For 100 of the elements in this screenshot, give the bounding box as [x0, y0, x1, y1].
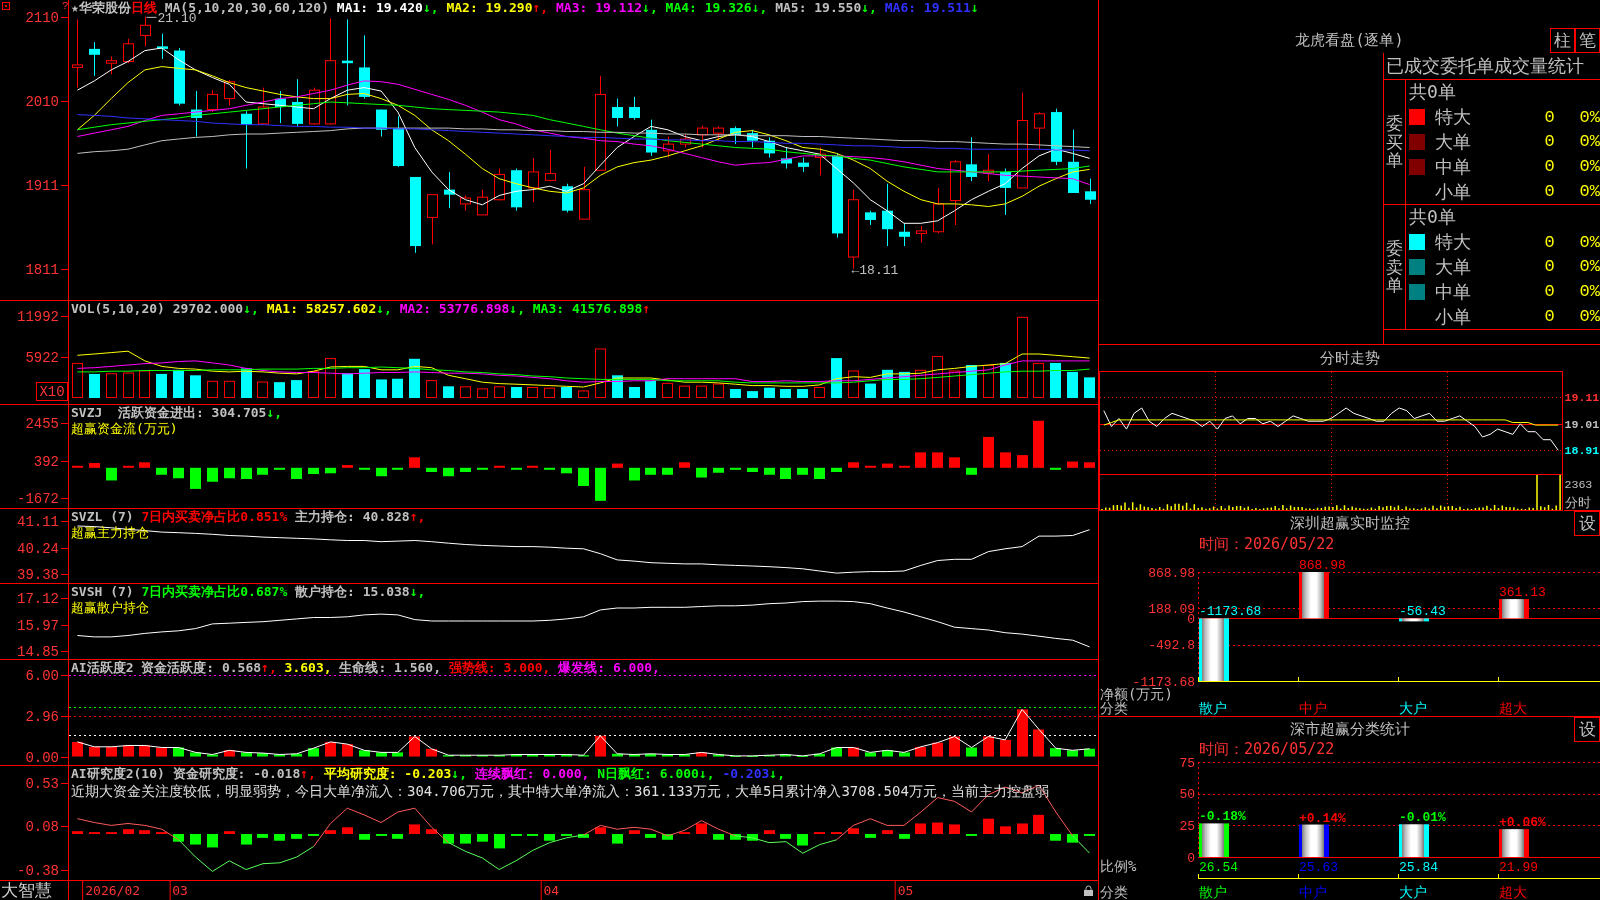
value-label: 25.63 — [1299, 860, 1338, 875]
chart-legend: SVZJ 活跃资金进出: 304.705↓, — [71, 405, 283, 421]
axis-label: 50 — [1179, 787, 1195, 803]
axis-label: 5922 — [25, 350, 59, 367]
group-label: 委买单 — [1386, 113, 1403, 171]
category-label: 中户 — [1299, 700, 1327, 716]
panel-title: 分时走势 — [1319, 348, 1380, 368]
order-size-label: 大单 — [1435, 130, 1471, 154]
order-size-label: 中单 — [1435, 279, 1471, 304]
order-percent: 0% — [1579, 307, 1600, 327]
axis-label: 41.11 — [17, 514, 59, 531]
axis-label: 0 — [1187, 850, 1195, 866]
axis-label: 1911 — [25, 177, 59, 194]
axis-label: 0.00 — [25, 749, 59, 765]
date-text: 时间：2026/05/22 — [1199, 739, 1335, 759]
chart-subtitle: 超赢散户持仓 — [71, 600, 149, 616]
category-label: 中户 — [1299, 884, 1327, 900]
axis-label: 39.38 — [17, 567, 59, 583]
order-percent: 0% — [1579, 182, 1600, 202]
order-size-label: 中单 — [1435, 154, 1471, 179]
axis-title: 分类 — [1100, 884, 1128, 900]
change-label: +0.14% — [1299, 810, 1346, 826]
unit-label: X10 — [36, 382, 68, 401]
order-size-label: 特大 — [1435, 105, 1471, 130]
axis-label: -0.38 — [17, 863, 59, 880]
axis-label: 19.01 — [1564, 417, 1600, 431]
axis-label: 0.08 — [25, 819, 59, 836]
value-label: 25.84 — [1399, 860, 1438, 875]
date-label: 03 — [169, 881, 188, 900]
table-title: 已成交委托单成交量统计 — [1386, 54, 1584, 78]
value-label: 361.13 — [1499, 585, 1546, 601]
axis-label: 0.53 — [25, 776, 59, 793]
order-total: 共0单 — [1409, 80, 1456, 105]
brand-name: 大智慧 — [1, 881, 52, 900]
order-percent: 0% — [1579, 107, 1600, 127]
chart-legend: VOL(5,10,20) 29702.000↓, MA1: 58257.602↓, MA2: 53776.898↓, MA3: 41576.898↑ — [71, 301, 651, 317]
axis-label: 25 — [1179, 818, 1195, 834]
date-label: 04 — [540, 881, 560, 900]
value-label: 21.99 — [1499, 860, 1538, 875]
group-label: 委卖单 — [1386, 238, 1403, 296]
date-label: 2026/02 — [82, 881, 141, 900]
chart-subtitle: 超赢资金流(万元) — [71, 421, 178, 437]
panel-title: 龙虎看盘(逐单) — [1295, 31, 1404, 50]
axis-label: 15.97 — [17, 617, 59, 634]
price-annotation: ←18.11 — [851, 262, 899, 278]
order-size-label: 小单 — [1435, 304, 1471, 329]
panel-title: 深市超赢分类统计 — [1289, 720, 1410, 739]
order-count: 0 — [1544, 257, 1555, 277]
axis-label: 2010 — [25, 94, 59, 111]
change-label: +0.06% — [1499, 815, 1546, 831]
axis-label: -1672 — [17, 491, 59, 508]
axis-label: 14.85 — [17, 644, 59, 659]
value-label: 868.98 — [1299, 558, 1346, 573]
order-count: 0 — [1544, 307, 1555, 327]
panel-title: 深圳超赢实时监控 — [1289, 514, 1410, 533]
order-percent: 0% — [1579, 132, 1600, 152]
axis-label: 2110 — [25, 9, 59, 26]
chart-legend: SVZL (7) 7日内买卖净占比0.851% 主力持仓: 40.828↑, — [71, 509, 426, 525]
axis-label: 18.91 — [1564, 444, 1600, 458]
chart-legend: AI活跃度2 资金活跃度: 0.568↑, 3.603, 生命线: 1.560, 强势线: 3.000, 爆发线: 6.000, — [71, 660, 660, 676]
help-mark: ? — [62, 0, 68, 12]
order-count: 0 — [1544, 282, 1555, 302]
axis-title: 分类 — [1100, 700, 1128, 716]
order-size-label: 大单 — [1435, 255, 1471, 279]
order-percent: 0% — [1579, 157, 1600, 177]
axis-label: 17.12 — [17, 590, 59, 607]
category-label: 大户 — [1399, 700, 1427, 716]
order-percent: 0% — [1579, 282, 1600, 302]
chart-legend: AI研究度2(10) 资金研究度: -0.018↑, 平均研究度: -0.203↓, 连续飘红: 0.000, N日飘红: 6.000↓, -0.203↓, — [71, 766, 785, 782]
order-size-label: 小单 — [1435, 179, 1471, 204]
axis-label: 2.96 — [25, 709, 59, 726]
category-label: 大户 — [1399, 884, 1427, 900]
order-count: 0 — [1544, 232, 1555, 252]
order-count: 0 — [1544, 107, 1555, 127]
axis-label: 40.24 — [17, 540, 59, 557]
axis-label: 11992 — [17, 308, 59, 325]
value-label: 26.54 — [1199, 860, 1238, 875]
axis-label: 1811 — [25, 261, 59, 278]
order-count: 0 — [1544, 132, 1555, 152]
category-label: 超大 — [1499, 700, 1527, 716]
category-label: 超大 — [1499, 884, 1527, 900]
axis-label: 392 — [33, 453, 59, 470]
category-label: 散户 — [1199, 884, 1227, 900]
axis-title: 净额(万元) — [1100, 686, 1173, 702]
date-text: 时间：2026/05/22 — [1199, 534, 1335, 554]
chart-legend: SVSH (7) 7日内买卖净占比0.687% 散户持仓: 15.038↓, — [71, 584, 426, 600]
axis-label: 2455 — [25, 415, 59, 432]
order-total: 共0单 — [1409, 205, 1456, 230]
value-label: -1173.68 — [1199, 604, 1262, 620]
axis-label: 868.98 — [1148, 565, 1195, 581]
axis-label: 19.11 — [1564, 391, 1600, 405]
axis-label: 6.00 — [25, 667, 59, 684]
order-count: 0 — [1544, 182, 1555, 202]
order-count: 0 — [1544, 157, 1555, 177]
order-percent: 0% — [1579, 232, 1600, 252]
category-label: 散户 — [1199, 700, 1227, 716]
axis-label: 75 — [1179, 757, 1195, 771]
unit-label: 分时 — [1564, 495, 1591, 510]
change-label: -0.01% — [1399, 810, 1446, 826]
change-label: -0.18% — [1199, 809, 1246, 825]
